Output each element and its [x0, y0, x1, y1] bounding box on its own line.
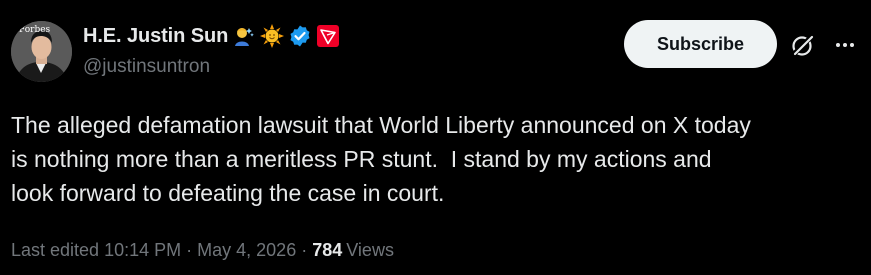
verified-badge-icon[interactable] [288, 24, 312, 48]
author-handle[interactable]: @justinsuntron [83, 56, 210, 78]
tweet: Forbes H.E. Justin Sun @justinsuntron Su… [0, 0, 871, 275]
tweet-date[interactable]: May 4, 2026 [197, 240, 296, 261]
views-label: Views [346, 240, 394, 260]
grok-icon[interactable] [788, 30, 818, 60]
tron-logo-icon[interactable] [316, 24, 340, 48]
avatar[interactable]: Forbes [11, 21, 72, 82]
edited-label[interactable]: Last edited [11, 240, 99, 261]
person-emoji-icon [232, 24, 256, 48]
meta-separator: · [301, 240, 308, 260]
meta-separator: · [186, 240, 193, 260]
avatar-image: Forbes [11, 21, 72, 82]
tweet-meta: Last edited 10:14 PM · May 4, 2026 · 784… [11, 240, 394, 261]
views-count: 784 [312, 240, 343, 260]
forbes-wordmark: Forbes [19, 25, 51, 35]
sun-emoji-icon [260, 24, 285, 48]
subscribe-button[interactable]: Subscribe [624, 20, 777, 68]
more-horizontal-icon[interactable] [830, 30, 860, 60]
author-name-row: H.E. Justin Sun [83, 24, 340, 48]
author-display-name[interactable]: H.E. Justin Sun [83, 25, 228, 48]
tweet-text: The alleged defamation lawsuit that Worl… [11, 112, 751, 206]
tweet-time[interactable]: 10:14 PM [104, 240, 181, 261]
